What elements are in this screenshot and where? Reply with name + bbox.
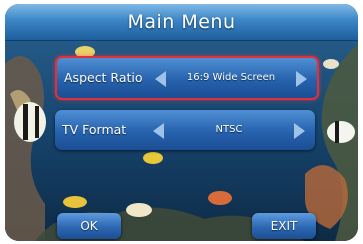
title-bar: Main Menu bbox=[5, 4, 358, 41]
exit-button[interactable]: EXIT bbox=[252, 213, 316, 239]
arrow-right-icon[interactable] bbox=[294, 123, 305, 139]
aspect-ratio-row[interactable]: Aspect Ratio 16:9 Wide Screen bbox=[55, 56, 319, 100]
aspect-ratio-value: 16:9 Wide Screen bbox=[186, 72, 276, 83]
menu-title: Main Menu bbox=[127, 11, 236, 33]
tv-format-label: TV Format bbox=[62, 122, 127, 137]
tv-format-value: NTSC bbox=[215, 124, 243, 135]
tv-menu-screen: Main Menu Aspect Ratio 16:9 Wide Screen … bbox=[5, 4, 358, 241]
ok-button[interactable]: OK bbox=[57, 213, 121, 239]
aspect-ratio-label: Aspect Ratio bbox=[64, 70, 143, 85]
arrow-right-icon[interactable] bbox=[296, 71, 307, 87]
arrow-left-icon[interactable] bbox=[155, 71, 166, 87]
tv-format-row[interactable]: TV Format NTSC bbox=[55, 110, 315, 150]
arrow-left-icon[interactable] bbox=[153, 123, 164, 139]
